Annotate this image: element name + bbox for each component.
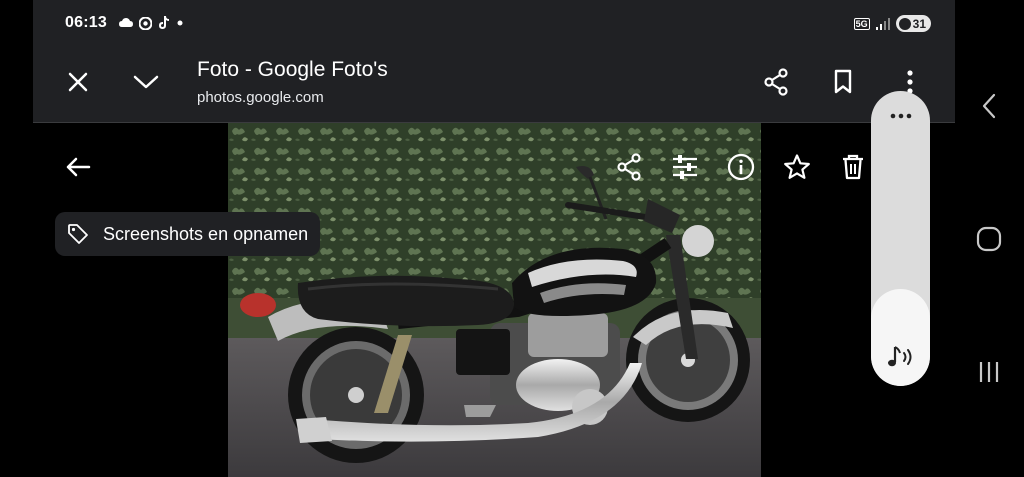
- album-chip[interactable]: Screenshots en opnamen: [55, 212, 321, 256]
- share-page-button[interactable]: [756, 62, 796, 102]
- share-icon: [617, 153, 641, 181]
- tune-icon: [673, 155, 697, 179]
- arrow-back-icon: [66, 157, 91, 177]
- bookmark-button[interactable]: [823, 62, 863, 102]
- signal-icon: [875, 17, 890, 30]
- battery-saver-icon: [898, 17, 911, 30]
- chevron-down-icon: [133, 75, 159, 89]
- nav-recents-button[interactable]: [969, 352, 1009, 392]
- volume-speaker: [871, 340, 930, 374]
- minimize-tab-button[interactable]: [126, 62, 166, 102]
- nav-back-button[interactable]: [969, 86, 1009, 126]
- notification-dot-icon: [177, 20, 183, 26]
- status-time: 06:13: [65, 14, 107, 31]
- nav-home-icon: [976, 226, 1002, 252]
- star-outline-icon: [784, 154, 810, 179]
- more-horiz-icon: [890, 113, 911, 119]
- info-icon: [727, 153, 755, 181]
- nav-back-icon: [982, 93, 996, 119]
- nav-home-button[interactable]: [969, 219, 1009, 259]
- bookmark-icon: [834, 69, 852, 94]
- edit-photo-button[interactable]: [665, 147, 705, 187]
- status-right: 5G 31: [853, 15, 931, 32]
- delete-button[interactable]: [833, 147, 873, 187]
- photo-viewer: Screenshots en opnamen: [33, 123, 955, 477]
- cloud-icon: [119, 18, 133, 27]
- label-tag-icon: [68, 224, 88, 244]
- favorite-button[interactable]: [777, 147, 817, 187]
- nav-recents-icon: [979, 362, 999, 382]
- share-photo-button[interactable]: [609, 147, 649, 187]
- chrome-icon: [139, 16, 152, 30]
- screen: 06:13 5G 31 Foto - Google Foto's photos.…: [0, 0, 1024, 477]
- battery-level: 31: [912, 16, 926, 31]
- custom-tab-toolbar: 06:13 5G 31 Foto - Google Foto's photos.…: [33, 0, 955, 123]
- volume-options-button[interactable]: [871, 101, 930, 131]
- volume-slider[interactable]: [871, 91, 930, 386]
- tiktok-icon: [159, 16, 169, 29]
- close-tab-button[interactable]: [58, 62, 98, 102]
- share-icon: [764, 68, 788, 96]
- system-navigation-bar: [955, 0, 1024, 477]
- status-notification-icons: [119, 16, 184, 30]
- page-title: Foto - Google Foto's: [197, 58, 388, 81]
- back-button[interactable]: [58, 147, 98, 187]
- album-chip-label: Screenshots en opnamen: [103, 223, 309, 244]
- page-url: photos.google.com: [197, 89, 324, 106]
- close-icon: [68, 72, 88, 92]
- network-type-badge: 5G: [853, 17, 870, 30]
- photo-info-button[interactable]: [721, 147, 761, 187]
- battery-indicator: 31: [895, 15, 931, 32]
- volume-media-icon: [887, 346, 911, 367]
- trash-icon: [843, 154, 863, 180]
